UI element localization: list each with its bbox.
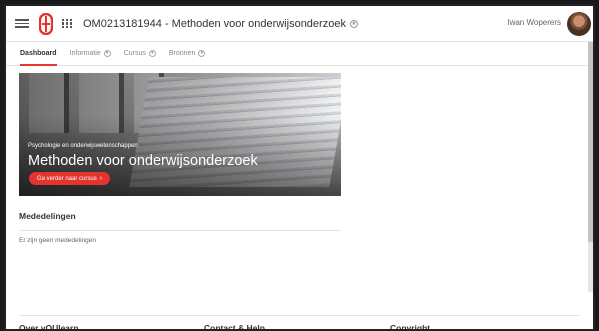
logo[interactable] [39,12,53,35]
course-tabs: Dashboard Informatie ▾ Cursus ▾ Bronnen … [6,42,593,66]
menu-icon[interactable] [15,19,29,28]
apps-grid-icon[interactable] [62,18,72,29]
announcements-heading: Mededelingen [19,211,76,221]
tab-label: Cursus [123,50,146,57]
star-icon[interactable]: ★ [349,19,358,28]
continue-course-button[interactable]: Ga verder naar cursus › [29,172,111,185]
button-label: Ga verder naar cursus [37,175,97,182]
course-title: OM0213181944 - Methoden voor onderwijson… [83,17,346,30]
chevron-right-icon: › [99,175,103,182]
footer-copyright-heading: Copyright [390,323,431,331]
footer-about-heading: Over yOUlearn [19,323,79,331]
tab-informatie[interactable]: Informatie ▾ [70,42,111,65]
app-window: OM0213181944 - Methoden voor onderwijson… [4,4,595,331]
chevron-down-icon: ▾ [148,50,156,57]
footer-contact-heading: Contact & Help [204,323,265,331]
banner-title: Methoden voor onderwijsonderzoek [28,153,258,169]
tab-cursus[interactable]: Cursus ▾ [124,42,156,65]
tab-label: Bronnen [168,50,196,57]
tab-bronnen[interactable]: Bronnen ▾ [168,42,206,65]
scrollbar[interactable] [588,42,593,292]
divider [19,230,341,231]
chevron-down-icon: ▾ [103,50,111,57]
banner-subtitle: Psychologie en onderwijswetenschappen [28,143,138,149]
avatar[interactable] [567,12,591,36]
chevron-down-icon: ▾ [198,50,206,57]
tab-label: Dashboard [20,50,57,57]
course-banner: Psychologie en onderwijswetenschappen Me… [19,73,341,196]
tab-label: Informatie [69,50,101,57]
announcements-empty-text: Er zijn geen mededelingen [19,237,96,244]
footer-divider [19,315,579,316]
tab-dashboard[interactable]: Dashboard [20,42,57,66]
top-bar: OM0213181944 - Methoden voor onderwijson… [6,6,593,42]
scrollbar-thumb[interactable] [588,42,593,242]
user-name[interactable]: Iwan Woperers [507,18,561,27]
